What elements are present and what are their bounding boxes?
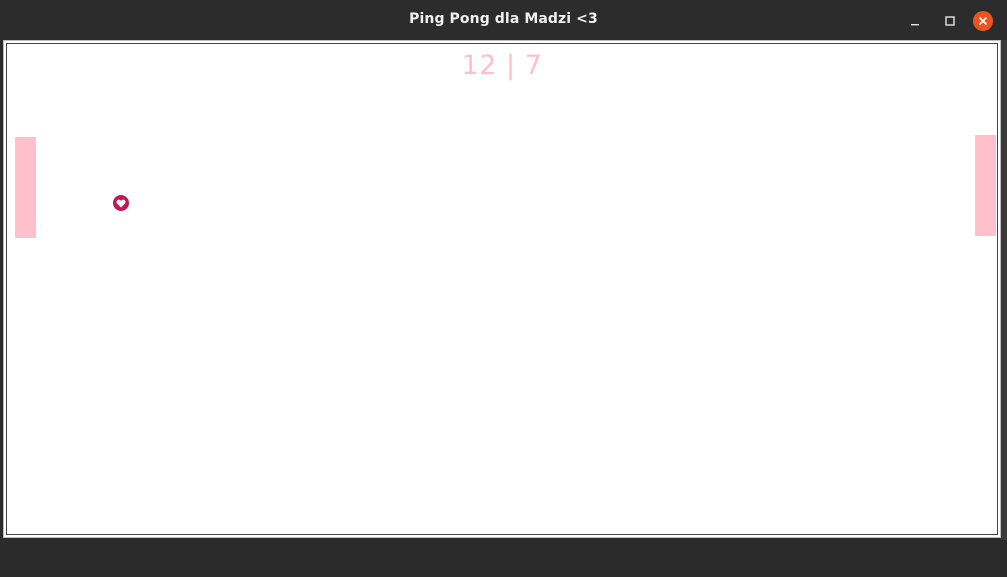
- minimize-icon: [911, 24, 919, 26]
- score-display: 12 | 7: [461, 50, 543, 81]
- heart-icon: [116, 199, 126, 207]
- minimize-button[interactable]: [905, 11, 925, 31]
- game-canvas[interactable]: 12 | 7: [6, 43, 998, 535]
- window-title: Ping Pong dla Madzi <3: [409, 11, 598, 27]
- left-paddle: [15, 137, 36, 238]
- background-window-edge: [1001, 40, 1007, 540]
- right-paddle: [975, 135, 996, 236]
- maximize-icon: [945, 16, 955, 26]
- desktop-background: [0, 540, 1007, 577]
- close-button[interactable]: [973, 11, 993, 31]
- title-bar[interactable]: Ping Pong dla Madzi <3: [0, 0, 1007, 40]
- ball: [113, 195, 129, 211]
- maximize-button[interactable]: [940, 11, 960, 31]
- game-canvas-frame: 12 | 7: [3, 40, 1001, 538]
- close-icon: [978, 16, 988, 26]
- application-window: Ping Pong dla Madzi <3 12 | 7: [0, 0, 1007, 577]
